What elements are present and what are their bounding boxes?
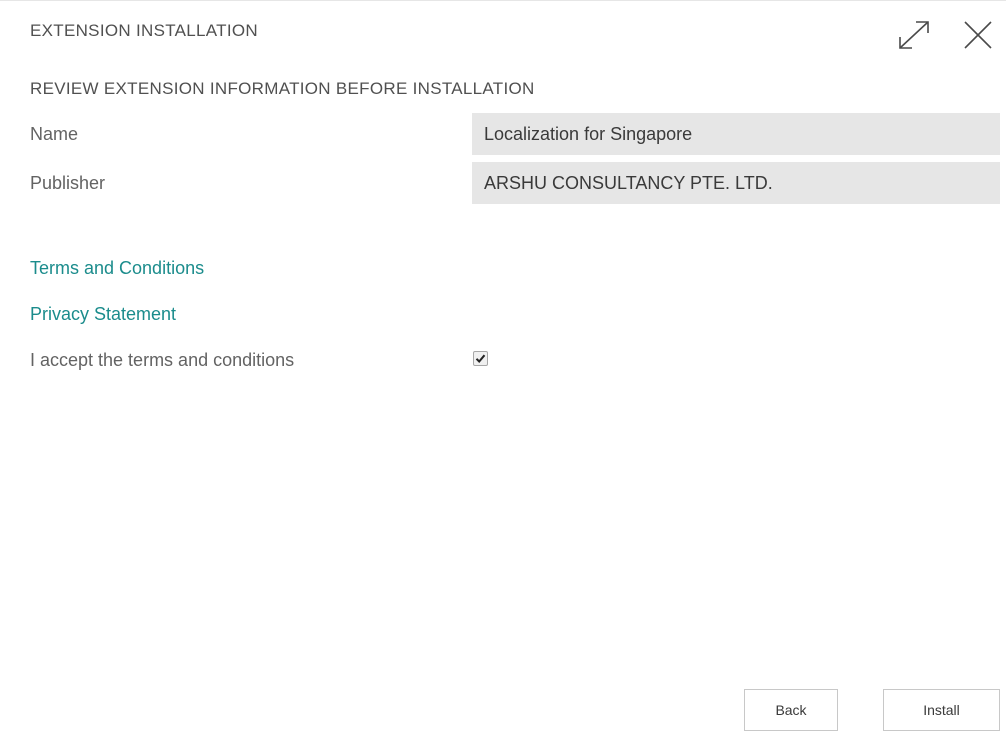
install-button[interactable]: Install — [883, 689, 1000, 731]
publisher-value: ARSHU CONSULTANCY PTE. LTD. — [472, 162, 1000, 204]
close-button[interactable] — [956, 15, 1000, 55]
back-button[interactable]: Back — [744, 689, 838, 731]
accept-terms-checkbox[interactable] — [473, 351, 488, 366]
privacy-statement-link[interactable]: Privacy Statement — [30, 304, 176, 325]
expand-icon — [899, 21, 929, 49]
accept-terms-row: I accept the terms and conditions — [30, 350, 530, 376]
name-value: Localization for Singapore — [472, 113, 1000, 155]
name-label: Name — [30, 124, 79, 144]
field-row-publisher: Publisher ARSHU CONSULTANCY PTE. LTD. — [30, 162, 1000, 204]
field-row-name: Name Localization for Singapore — [30, 113, 1000, 155]
checkmark-icon — [475, 354, 486, 363]
extension-installation-dialog: EXTENSION INSTALLATION REVIEW EXTENSION … — [0, 0, 1006, 744]
accept-terms-label: I accept the terms and conditions — [30, 350, 295, 370]
header-actions — [892, 15, 1000, 55]
expand-button[interactable] — [892, 15, 936, 55]
terms-and-conditions-link[interactable]: Terms and Conditions — [30, 258, 204, 279]
publisher-label: Publisher — [30, 173, 106, 193]
dialog-title: EXTENSION INSTALLATION — [30, 21, 258, 40]
close-icon — [964, 21, 992, 49]
section-heading: REVIEW EXTENSION INFORMATION BEFORE INST… — [30, 79, 535, 98]
